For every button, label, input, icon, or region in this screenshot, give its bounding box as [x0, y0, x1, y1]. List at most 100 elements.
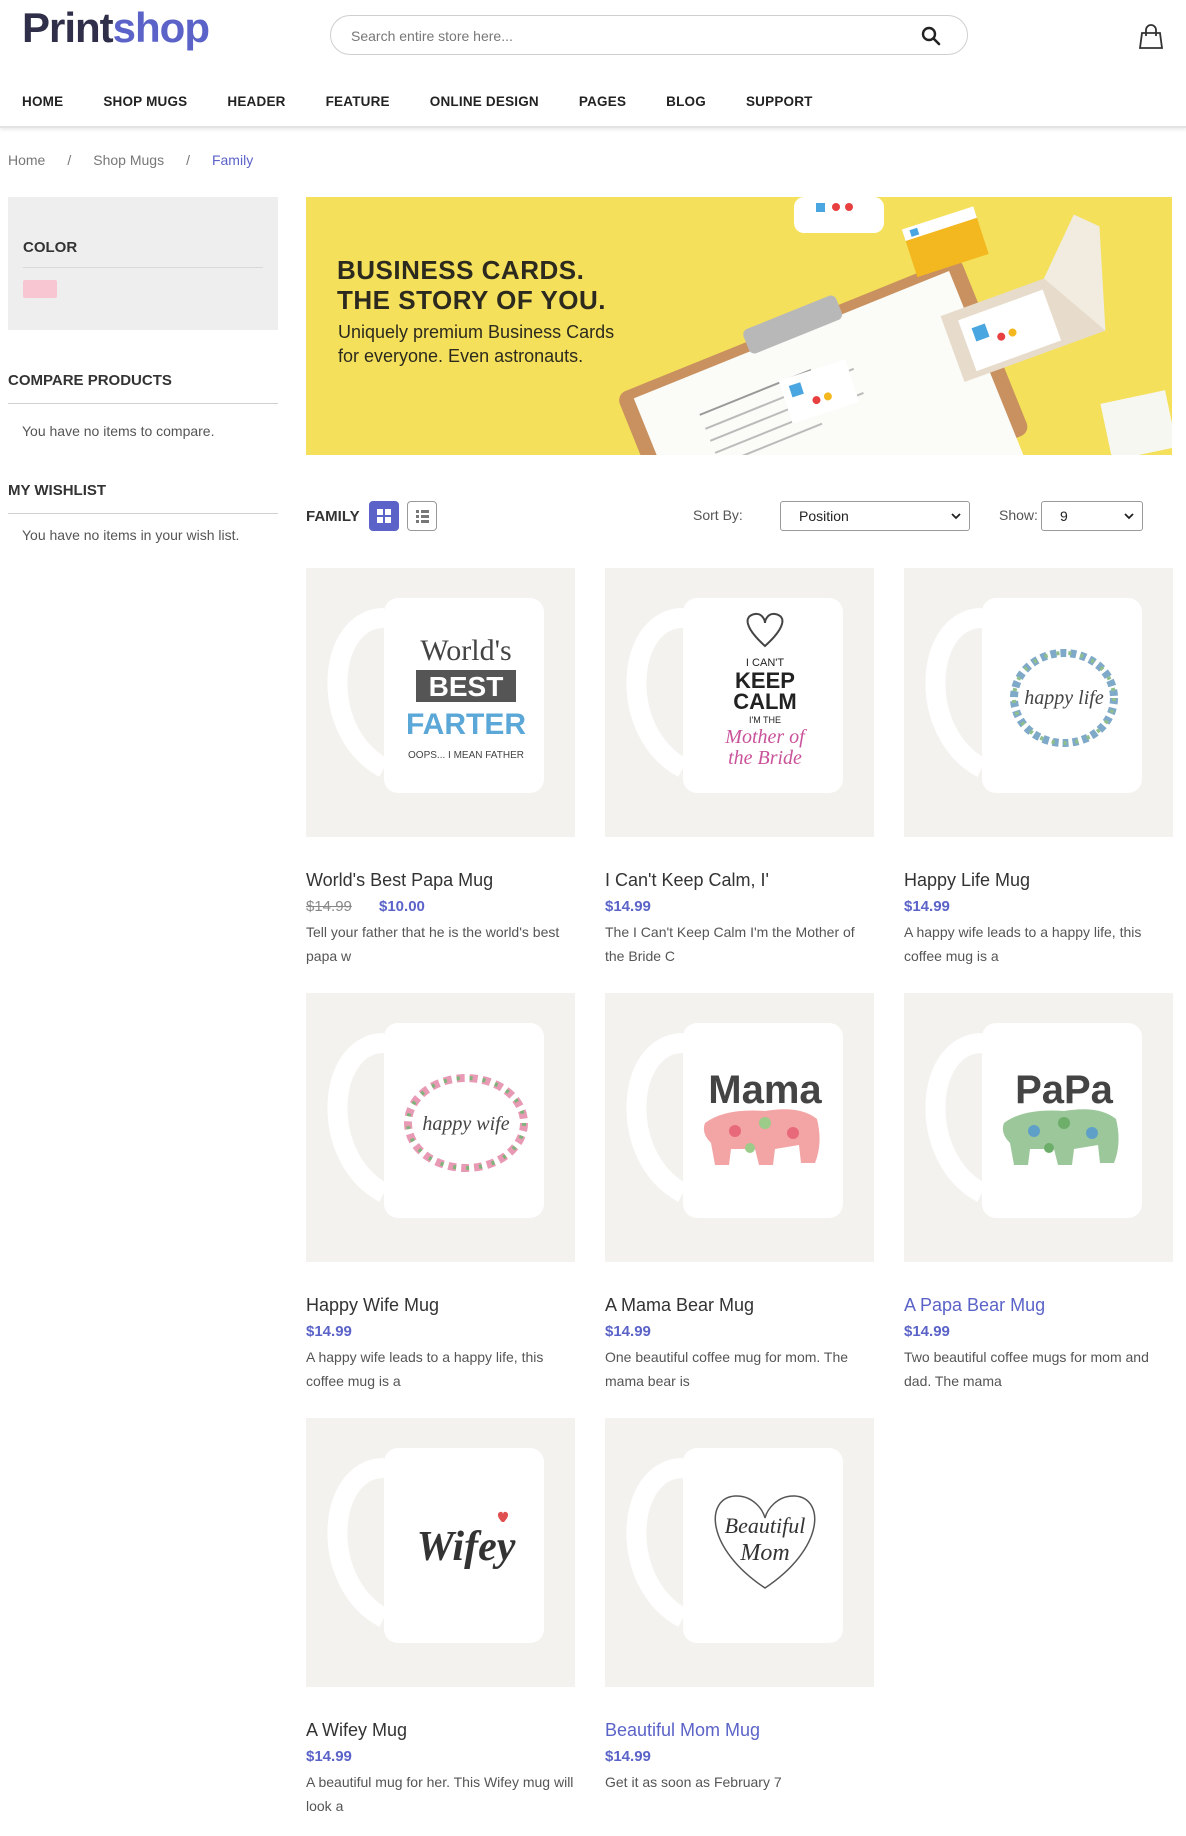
mug-image: happy life	[925, 598, 1142, 793]
product-price: $14.99	[306, 1323, 352, 1340]
divider	[8, 513, 278, 514]
grid-view-button[interactable]	[369, 501, 399, 531]
product-image[interactable]: Wifey	[306, 1418, 575, 1687]
product-price: $14.99	[904, 1323, 950, 1340]
product-name[interactable]: World's Best Papa Mug	[306, 870, 493, 891]
limiter-select[interactable]: 9	[1041, 501, 1143, 531]
mug-text: the Bride	[728, 747, 802, 769]
chevron-down-icon	[951, 513, 961, 520]
list-icon	[416, 510, 429, 523]
chevron-down-icon	[1124, 513, 1134, 520]
wishlist-title: MY WISHLIST	[8, 482, 107, 499]
search-input[interactable]	[349, 25, 909, 47]
sort-select[interactable]: Position	[780, 501, 970, 531]
product-name[interactable]: A Papa Bear Mug	[904, 1295, 1045, 1316]
compare-title: COMPARE PRODUCTS	[8, 372, 172, 389]
banner-headline-line1: BUSINESS CARDS.	[337, 255, 585, 285]
product-price: $14.99	[904, 898, 950, 915]
mug-text: I'M THE	[749, 715, 781, 725]
compare-empty-text: You have no items to compare.	[22, 423, 215, 439]
old-price: $14.99	[306, 898, 352, 915]
mug-text: Mother of	[724, 726, 807, 748]
mug-image: Mama	[626, 1023, 843, 1218]
product-price: $14.99	[605, 898, 651, 915]
color-swatch-pink[interactable]	[23, 280, 57, 298]
logo[interactable]: Printshop	[22, 4, 210, 52]
product-name[interactable]: Happy Life Mug	[904, 870, 1030, 891]
show-label: Show:	[999, 507, 1038, 523]
search-bar	[330, 15, 968, 55]
product-name[interactable]: Happy Wife Mug	[306, 1295, 439, 1316]
product-image[interactable]: Mama	[605, 993, 874, 1262]
mug-image: PaPa	[925, 1023, 1142, 1218]
site-header: Printshop HOME SHOP MUGS HEADER FEATURE …	[0, 0, 1186, 128]
product-image[interactable]: happy wife	[306, 993, 575, 1262]
product-item: happy life Happy Life Mug $14.99 A happy…	[904, 568, 1173, 964]
mug-text: World's	[420, 634, 511, 667]
product-description: A happy wife leads to a happy life, this…	[904, 924, 1142, 964]
breadcrumb-current: Family	[211, 152, 254, 168]
nav-shop-mugs[interactable]: SHOP MUGS	[103, 94, 187, 118]
mug-image: happy wife	[327, 1023, 544, 1218]
mug-text: OOPS... I MEAN FATHER	[408, 750, 524, 761]
color-filter: COLOR	[8, 197, 278, 330]
product-description: One beautiful coffee mug for mom. The ma…	[605, 1349, 849, 1389]
product-item: Beautiful Mom Beautiful Mom Mug $14.99 G…	[605, 1418, 874, 1790]
mug-text: CALM	[733, 689, 797, 714]
shopping-bag-icon[interactable]	[1138, 24, 1164, 50]
product-description: A beautiful mug for her. This Wifey mug …	[306, 1774, 574, 1814]
breadcrumb-separator: /	[186, 152, 190, 168]
product-item: happy wife Happy Wife Mug $14.99 A happy…	[306, 993, 575, 1389]
nav-header[interactable]: HEADER	[227, 94, 285, 118]
product-image[interactable]: I CAN'T KEEP CALM I'M THE Mother of the …	[605, 568, 874, 837]
mug-text: Mom	[739, 1540, 789, 1566]
mug-text: happy life	[1024, 687, 1104, 709]
mug-image: World's BEST FARTER OOPS... I MEAN FATHE…	[327, 598, 544, 793]
product-item: Mama A Mama Bear Mug $14.99 One beautifu…	[605, 993, 874, 1389]
logo-print: Print	[22, 4, 114, 51]
product-image[interactable]: happy life	[904, 568, 1173, 837]
search-icon[interactable]	[921, 26, 941, 46]
divider	[23, 267, 263, 268]
product-name[interactable]: Beautiful Mom Mug	[605, 1720, 760, 1741]
product-item: Wifey A Wifey Mug $14.99 A beautiful mug…	[306, 1418, 575, 1814]
nav-pages[interactable]: PAGES	[579, 94, 626, 118]
banner-headline: BUSINESS CARDS. THE STORY OF YOU.	[337, 255, 606, 315]
nav-support[interactable]: SUPPORT	[746, 94, 813, 118]
sort-label: Sort By:	[693, 507, 743, 523]
product-image[interactable]: Beautiful Mom	[605, 1418, 874, 1687]
product-description: Tell your father that he is the world's …	[306, 924, 560, 964]
product-item: PaPa A Papa Bear Mug $14.99 Two beautifu…	[904, 993, 1173, 1389]
banner-subtitle-line2: for everyone. Even astronauts.	[338, 346, 584, 366]
mug-text: FARTER	[406, 708, 526, 741]
mug-image: Beautiful Mom	[626, 1448, 843, 1643]
sort-select-value: Position	[799, 508, 849, 524]
product-item: I CAN'T KEEP CALM I'M THE Mother of the …	[605, 568, 874, 964]
product-name[interactable]: A Mama Bear Mug	[605, 1295, 754, 1316]
color-filter-title: COLOR	[23, 239, 78, 256]
nav-feature[interactable]: FEATURE	[326, 94, 390, 118]
promo-banner[interactable]: BUSINESS CARDS. THE STORY OF YOU. Unique…	[306, 197, 1172, 455]
mug-text: Beautiful	[725, 1513, 806, 1538]
product-description: Two beautiful coffee mugs for mom and da…	[904, 1349, 1149, 1389]
product-image[interactable]: World's BEST FARTER OOPS... I MEAN FATHE…	[306, 568, 575, 837]
limiter-select-value: 9	[1060, 508, 1068, 524]
logo-shop: shop	[112, 4, 210, 51]
product-price: $14.99	[605, 1323, 651, 1340]
nav-blog[interactable]: BLOG	[666, 94, 706, 118]
mug-text: PaPa	[1015, 1068, 1114, 1112]
banner-subtitle-line1: Uniquely premium Business Cards	[338, 322, 615, 342]
product-item: World's BEST FARTER OOPS... I MEAN FATHE…	[306, 568, 575, 964]
breadcrumb-shop-mugs[interactable]: Shop Mugs	[93, 152, 164, 168]
breadcrumb-home[interactable]: Home	[8, 152, 45, 168]
nav-home[interactable]: HOME	[22, 94, 63, 118]
product-name[interactable]: I Can't Keep Calm, I'	[605, 870, 769, 891]
divider	[8, 403, 278, 404]
product-name[interactable]: A Wifey Mug	[306, 1720, 407, 1741]
product-description: The I Can't Keep Calm I'm the Mother of …	[605, 924, 855, 964]
product-image[interactable]: PaPa	[904, 993, 1173, 1262]
nav-online-design[interactable]: ONLINE DESIGN	[430, 94, 539, 118]
list-view-button[interactable]	[407, 501, 437, 531]
mug-text: Mama	[708, 1068, 822, 1112]
banner-subtitle: Uniquely premium Business Cards for ever…	[338, 320, 698, 368]
